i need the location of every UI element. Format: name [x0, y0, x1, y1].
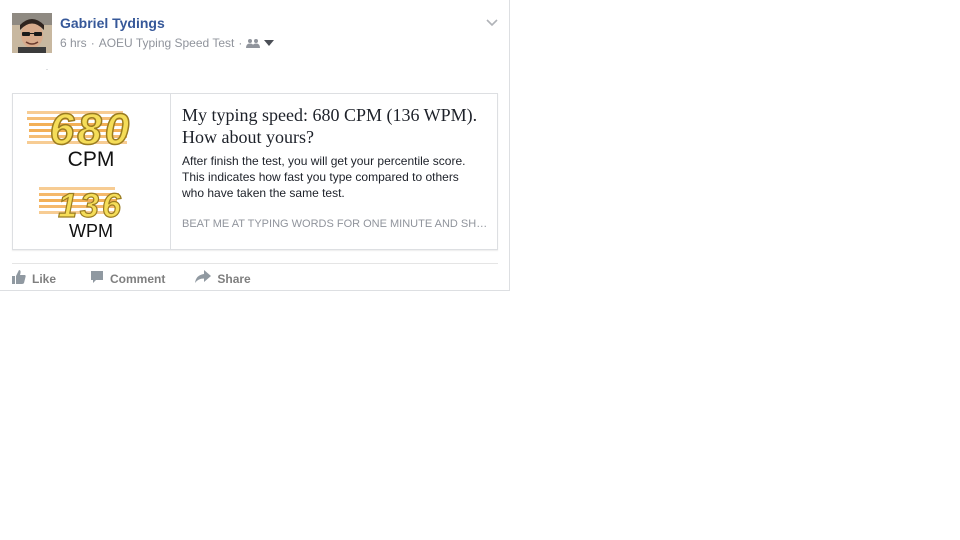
post-options-chevron-down-icon[interactable]	[486, 14, 498, 32]
wpm-label: WPM	[69, 221, 113, 241]
like-label: Like	[32, 271, 57, 286]
actions-divider	[12, 263, 498, 264]
friends-icon	[246, 38, 261, 48]
audience-dropdown-icon[interactable]	[264, 40, 275, 46]
share-arrow-icon	[195, 270, 212, 287]
link-preview-card[interactable]: 680 CPM 136 WPM My typing speed: 680 CPM…	[12, 93, 498, 250]
card-caption: BEAT ME AT TYPING WORDS FOR ONE MINUTE A…	[182, 218, 490, 230]
wpm-score: 136	[58, 187, 124, 225]
author-name[interactable]: Gabriel Tydings	[60, 15, 165, 31]
divider	[46, 69, 48, 70]
comment-button[interactable]: Comment	[90, 270, 165, 287]
comment-label: Comment	[110, 271, 166, 286]
feed-post: Gabriel Tydings 6 hrs · AOEU Typing Spee…	[0, 0, 510, 291]
post-actions: Like Comment Share	[12, 270, 275, 287]
comment-icon	[90, 270, 104, 287]
meta-separator: ·	[238, 36, 243, 50]
card-title[interactable]: My typing speed: 680 CPM (136 WPM). How …	[182, 104, 482, 148]
share-button[interactable]: Share	[195, 270, 251, 287]
typing-score-image: 680 CPM 136 WPM	[13, 94, 171, 249]
post-meta: 6 hrs · AOEU Typing Speed Test ·	[60, 36, 275, 50]
cpm-label: CPM	[68, 148, 115, 171]
post-time[interactable]: 6 hrs	[60, 36, 87, 50]
app-link[interactable]: AOEU Typing Speed Test	[99, 36, 235, 50]
meta-separator: ·	[90, 36, 95, 50]
card-description: After finish the test, you will get your…	[182, 154, 466, 200]
share-label: Share	[217, 271, 251, 286]
cpm-score: 680	[50, 105, 132, 154]
like-button[interactable]: Like	[12, 270, 56, 287]
thumbs-up-icon	[12, 270, 26, 287]
avatar[interactable]	[12, 13, 52, 53]
